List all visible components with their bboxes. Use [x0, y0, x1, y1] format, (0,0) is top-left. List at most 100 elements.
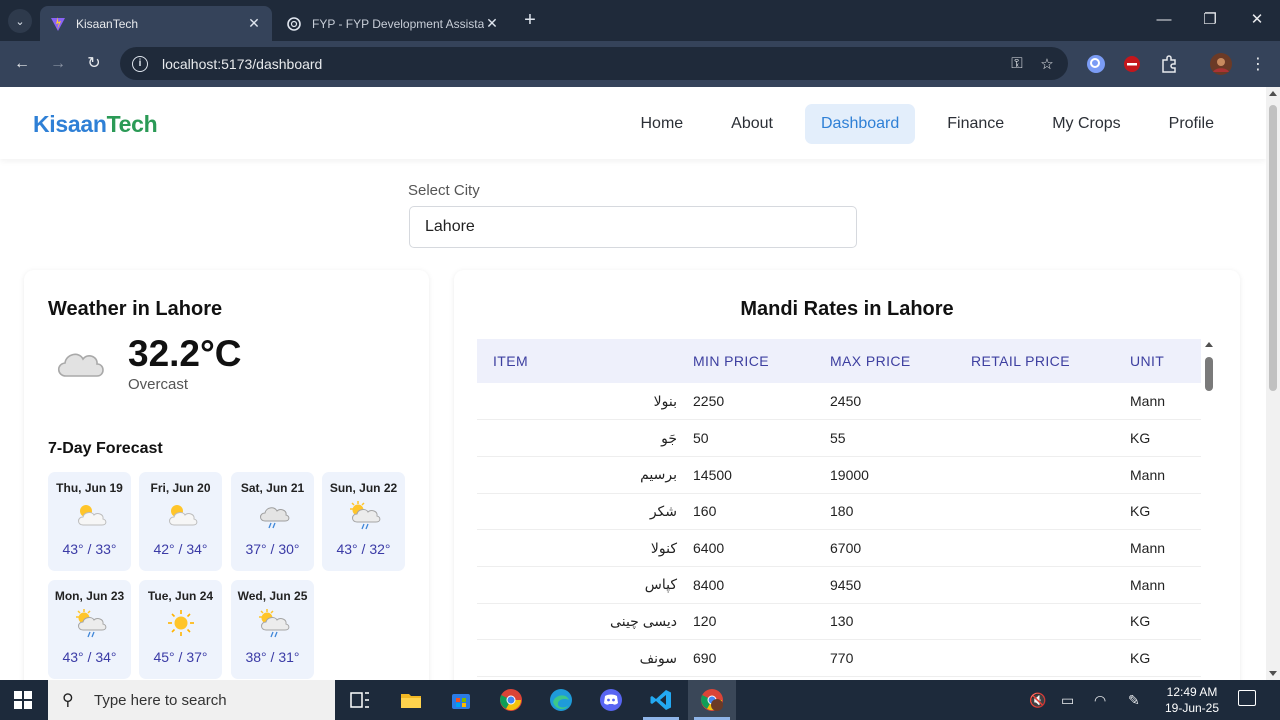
browser-toolbar: ← → ↻ i localhost:5173/dashboard ⚿ ☆ ⋮ — [0, 41, 1280, 87]
tab-kisaantech[interactable]: KisaanTech ✕ — [40, 6, 272, 41]
weather-card: Weather in Lahore 32.2°C Overcast 7-Day … — [24, 270, 429, 680]
task-view-icon[interactable] — [348, 688, 372, 712]
kisaantech-logo[interactable]: KisaanTech — [33, 111, 158, 138]
current-condition: Overcast — [128, 376, 189, 393]
nav-dashboard[interactable]: Dashboard — [804, 104, 916, 144]
star-icon[interactable]: ☆ — [1032, 55, 1062, 73]
chrome-icon[interactable] — [499, 688, 523, 712]
scroll-up-arrow-icon[interactable] — [1269, 91, 1277, 96]
windows-start-icon[interactable] — [14, 691, 32, 709]
close-window-button[interactable]: ✕ — [1245, 8, 1269, 32]
forecast-day-label: Wed, Jun 25 — [237, 589, 308, 603]
forecast-day-label: Sat, Jun 21 — [240, 481, 305, 495]
volume-muted-icon[interactable]: 🔇 — [1029, 692, 1046, 709]
cell-item: شکر — [477, 493, 677, 531]
cell-retail-price — [955, 639, 1114, 677]
city-input[interactable] — [409, 206, 857, 248]
windows-taskbar: ⚲ Type here to search 🔇 ▭ ◠ ✎ 12:49 AM 1… — [0, 680, 1280, 720]
profile-avatar[interactable] — [1210, 53, 1232, 75]
table-row: کنولا 6400 6700 Mann — [477, 529, 1201, 567]
scroll-down-arrow-icon[interactable] — [1269, 671, 1277, 676]
new-tab-button[interactable]: + — [518, 9, 542, 33]
cell-min-price: 6400 — [677, 529, 814, 567]
close-icon[interactable]: ✕ — [484, 15, 500, 32]
microsoft-store-icon[interactable] — [449, 688, 473, 712]
forecast-day-label: Tue, Jun 24 — [147, 589, 214, 603]
table-row: سونف 690 770 KG — [477, 639, 1201, 677]
pen-icon[interactable]: ✎ — [1128, 692, 1140, 709]
cell-unit: Mann — [1114, 456, 1201, 494]
back-arrow-icon[interactable]: ← — [9, 51, 35, 77]
extension-block-icon[interactable] — [1121, 53, 1143, 75]
vscode-icon[interactable] — [649, 688, 673, 712]
table-row: شکر 160 180 KG — [477, 493, 1201, 531]
sun-rain-icon — [258, 609, 289, 638]
tab-search-button[interactable]: ⌄ — [8, 9, 32, 33]
mandi-table-container[interactable]: ITEM MIN PRICE MAX PRICE RETAIL PRICE UN… — [477, 339, 1201, 677]
browser-tab-bar: ⌄ KisaanTech ✕ FYP - FYP Development Ass… — [0, 0, 1280, 41]
notification-icon[interactable] — [1238, 690, 1256, 706]
key-icon[interactable]: ⚿ — [1002, 55, 1032, 72]
scroll-thumb[interactable] — [1269, 105, 1277, 391]
cell-item: کپاس — [477, 566, 677, 604]
forward-arrow-icon[interactable]: → — [45, 51, 71, 77]
page-scrollbar[interactable] — [1266, 87, 1280, 680]
cell-max-price: 130 — [814, 603, 955, 641]
openai-icon — [287, 16, 301, 31]
reload-icon[interactable]: ↻ — [81, 51, 107, 77]
battery-icon[interactable]: ▭ — [1061, 692, 1074, 709]
forecast-day-label: Sun, Jun 22 — [329, 481, 398, 495]
cell-max-price: 2450 — [814, 383, 955, 421]
network-icon[interactable]: ◠ — [1094, 692, 1106, 709]
cell-max-price: 6700 — [814, 529, 955, 567]
cell-min-price: 690 — [677, 639, 814, 677]
scroll-thumb[interactable] — [1205, 357, 1213, 391]
chrome-active-task[interactable] — [688, 680, 736, 720]
forecast-temp: 42° / 34° — [153, 541, 208, 557]
cell-retail-price — [955, 383, 1114, 421]
cell-item: دیسی چینی — [477, 603, 677, 641]
edge-icon[interactable] — [549, 688, 573, 712]
nav-about[interactable]: About — [715, 104, 789, 144]
cell-unit: Mann — [1114, 566, 1201, 604]
address-bar[interactable]: i localhost:5173/dashboard ⚿ ☆ — [120, 47, 1068, 80]
cell-item: کنولا — [477, 529, 677, 567]
mandi-rates-card: Mandi Rates in Lahore ITEM MIN PRICE MAX… — [454, 270, 1240, 680]
cell-min-price: 2250 — [677, 383, 814, 421]
kebab-menu-icon[interactable]: ⋮ — [1247, 53, 1269, 75]
tab-title: KisaanTech — [76, 16, 139, 31]
partly-cloudy-icon — [77, 505, 106, 526]
column-header-max-price: MAX PRICE — [814, 339, 955, 383]
taskbar-clock[interactable]: 12:49 AM 19-Jun-25 — [1160, 684, 1224, 716]
url-text[interactable]: localhost:5173/dashboard — [162, 56, 1002, 72]
cell-max-price: 19000 — [814, 456, 955, 494]
tab-fyp[interactable]: FYP - FYP Development Assistan ✕ — [276, 6, 510, 41]
nav-profile[interactable]: Profile — [1153, 104, 1230, 144]
nav-home[interactable]: Home — [624, 104, 699, 144]
forecast-day-label: Thu, Jun 19 — [56, 481, 123, 495]
cell-unit: Mann — [1114, 529, 1201, 567]
scroll-up-arrow-icon[interactable] — [1205, 342, 1213, 347]
cell-item: سونف — [477, 639, 677, 677]
file-explorer-icon[interactable] — [399, 688, 423, 712]
chrome-profile-icon — [701, 689, 723, 711]
column-header-min-price: MIN PRICE — [677, 339, 814, 383]
forecast-day: Mon, Jun 23 43° / 34° — [48, 580, 131, 679]
cell-unit: KG — [1114, 419, 1201, 457]
table-scrollbar[interactable] — [1203, 339, 1215, 680]
extension-search-icon[interactable] — [1085, 53, 1107, 75]
close-icon[interactable]: ✕ — [246, 15, 262, 32]
logo-part-2: Tech — [106, 111, 158, 137]
extensions-puzzle-icon[interactable] — [1158, 53, 1180, 75]
forecast-day: Fri, Jun 20 42° / 34° — [139, 472, 222, 571]
discord-icon[interactable] — [599, 688, 623, 712]
weather-title: Weather in Lahore — [48, 298, 223, 320]
site-info-icon[interactable]: i — [132, 55, 148, 72]
nav-finance[interactable]: Finance — [931, 104, 1020, 144]
table-row: کپاس 8400 9450 Mann — [477, 566, 1201, 604]
restore-button[interactable]: ❐ — [1198, 8, 1222, 32]
page-content: KisaanTech Home About Dashboard Finance … — [0, 87, 1266, 680]
nav-my-crops[interactable]: My Crops — [1036, 104, 1136, 144]
taskbar-search[interactable]: ⚲ Type here to search — [48, 680, 335, 720]
minimize-button[interactable]: — — [1152, 8, 1176, 32]
